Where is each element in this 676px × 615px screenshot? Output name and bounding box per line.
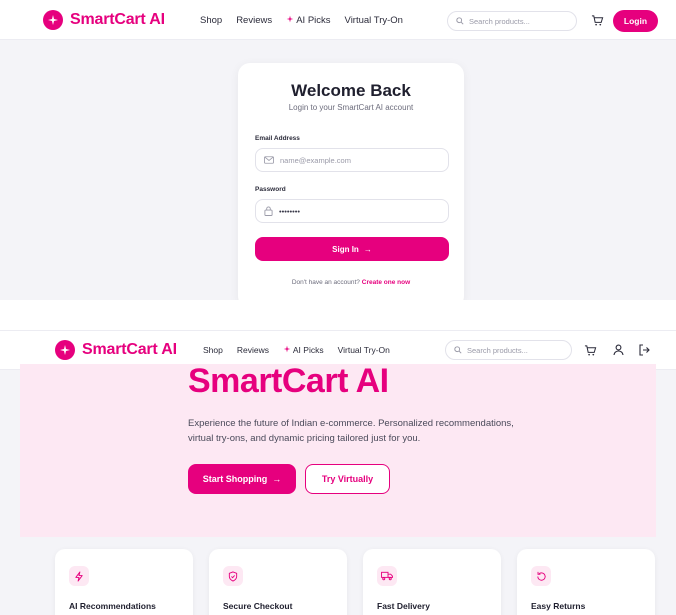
rotate-icon [531,566,551,586]
zap-icon [69,566,89,586]
sparkle-logo-icon [43,10,63,30]
nav-reviews[interactable]: Reviews [236,15,272,26]
search-placeholder: Search products... [469,16,530,26]
email-field[interactable]: name@example.com [255,148,449,172]
search-input[interactable]: Search products... [445,340,572,360]
feature-card-delivery[interactable]: Fast Delivery [363,549,501,615]
password-field[interactable]: •••••••• [255,199,449,223]
create-account-link[interactable]: Create one now [362,279,410,286]
brand-name: SmartCart AI [70,11,165,28]
feature-card-returns[interactable]: Easy Returns [517,549,655,615]
feature-card-ai[interactable]: AI Recommendations [55,549,193,615]
nav-reviews[interactable]: Reviews [237,345,269,355]
feature-title: AI Recommendations [69,601,156,611]
brand-logo[interactable]: SmartCart AI [55,340,177,360]
feature-card-secure[interactable]: Secure Checkout [209,549,347,615]
email-placeholder: name@example.com [280,155,351,165]
sign-in-button[interactable]: Sign In → [255,237,449,261]
start-shopping-button[interactable]: Start Shopping → [188,464,296,494]
nav-links: Shop Reviews AI Picks Virtual Try-On [203,345,404,355]
password-value: •••••••• [279,206,301,216]
email-label: Email Address [255,135,300,142]
nav-ai-picks[interactable]: AI Picks [283,345,324,355]
shield-check-icon [223,566,243,586]
start-shopping-label: Start Shopping [202,474,268,484]
nav-ai-picks-label: AI Picks [292,345,324,355]
brand-name: SmartCart AI [82,341,177,358]
lock-icon [264,206,273,216]
try-virtually-button[interactable]: Try Virtually [305,464,390,494]
arrow-right-icon: → [363,244,372,254]
login-title: Welcome Back [291,81,411,100]
nav-shop[interactable]: Shop [203,345,223,355]
top-navbar: SmartCart AI Shop Reviews AI Picks Virtu… [0,0,676,40]
login-screen: SmartCart AI Shop Reviews AI Picks Virtu… [0,0,676,300]
password-label: Password [255,186,286,193]
nav-ai-picks-label: AI Picks [296,15,331,26]
search-input[interactable]: Search products... [447,11,577,31]
nav-ai-picks[interactable]: AI Picks [286,15,331,26]
logout-icon[interactable] [637,343,651,357]
nav-links: Shop Reviews AI Picks Virtual Try-On [200,15,417,26]
nav-shop[interactable]: Shop [200,15,222,26]
feature-title: Secure Checkout [223,601,293,611]
feature-title: Easy Returns [531,601,586,611]
truck-icon [377,566,397,586]
cart-icon[interactable] [590,13,604,27]
nav-virtual-try-on[interactable]: Virtual Try-On [338,345,390,355]
signup-prompt-text: Don't have an account? [291,279,360,286]
search-icon [456,17,464,25]
sparkle-icon [286,15,294,23]
login-button[interactable]: Login [613,10,658,32]
home-screen: SmartCart AI Shop Reviews AI Picks Virtu… [0,330,676,615]
hero-description: Experience the future of Indian e-commer… [188,418,514,444]
arrow-right-icon: → [272,474,282,484]
login-subtitle: Login to your SmartCart AI account [288,103,414,112]
cart-icon[interactable] [583,343,597,357]
sparkle-icon [283,345,291,353]
sparkle-logo-icon [55,340,75,360]
login-card: Welcome Back Login to your SmartCart AI … [238,63,464,300]
signup-prompt: Don't have an account? Create one now [238,279,464,286]
mail-icon [264,156,274,164]
user-icon[interactable] [611,343,625,357]
hero-title: SmartCart AI [188,362,389,400]
brand-logo[interactable]: SmartCart AI [43,10,165,30]
nav-virtual-try-on[interactable]: Virtual Try-On [345,15,403,26]
sign-in-label: Sign In [332,244,359,254]
search-icon [454,346,462,354]
feature-title: Fast Delivery [377,601,430,611]
search-placeholder: Search products... [467,345,528,355]
hero-section: SmartCart AI Experience the future of In… [20,364,656,537]
